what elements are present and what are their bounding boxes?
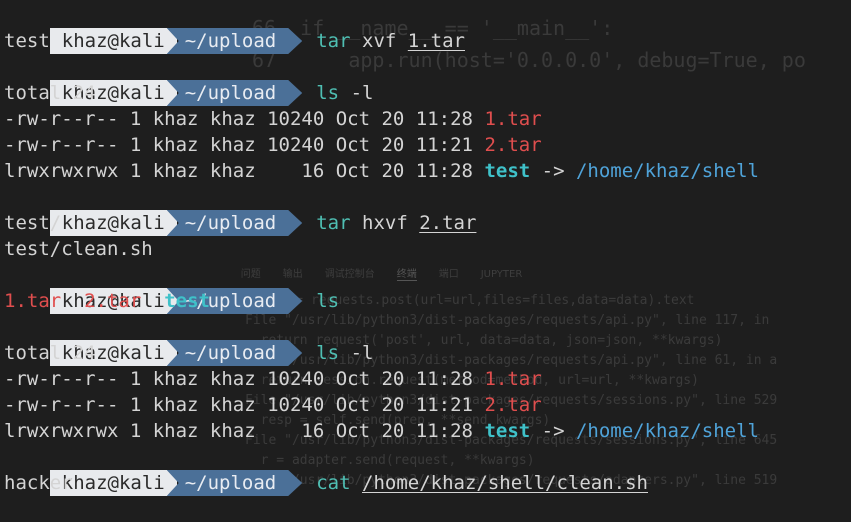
prompt-line: khaz@kali ~/upload cat /home/khaz/shell/cl… — [4, 444, 648, 496]
command-arg: -l — [350, 342, 374, 364]
prompt-dir: ~/upload — [167, 28, 303, 54]
symlink-target: /home/khaz/shell — [575, 160, 759, 182]
prompt-dir: ~/upload — [167, 80, 303, 106]
listing-row: -rw-r--r-- 1 khaz khaz 10240 Oct 20 11:2… — [4, 392, 542, 418]
command-file: /home/khaz/shell/clean.sh — [362, 472, 648, 494]
command-name: tar — [316, 30, 351, 52]
listing-row: -rw-r--r-- 1 khaz khaz 10240 Oct 20 11:2… — [4, 106, 542, 132]
listing-meta: lrwxrwxrwx 1 khaz khaz 16 Oct 20 11:28 — [4, 420, 485, 442]
prompt: khaz@kali ~/upload — [49, 28, 303, 54]
prompt-line: khaz@kali ~/upload ls — [4, 262, 339, 314]
output-line: test/ — [4, 212, 62, 234]
listing-meta: -rw-r--r-- 1 khaz khaz 10240 Oct 20 11:2… — [4, 368, 485, 390]
output-line: total 24 — [4, 82, 96, 104]
command-name: ls — [316, 342, 340, 364]
symlink-target: /home/khaz/shell — [575, 420, 759, 442]
listing-meta: lrwxrwxrwx 1 khaz khaz 16 Oct 20 11:28 — [4, 160, 485, 182]
command-name: tar — [316, 212, 351, 234]
listing-meta: -rw-r--r-- 1 khaz khaz 10240 Oct 20 11:2… — [4, 394, 485, 416]
prompt-user: khaz@kali — [49, 28, 177, 54]
prompt-line: khaz@kali ~/upload tar xvf 1.tar — [4, 2, 465, 54]
terminal[interactable]: khaz@kali ~/upload tar xvf 1.tar test khaz… — [0, 0, 851, 497]
prompt-line: khaz@kali ~/upload tar hxvf 2.tar — [4, 184, 476, 236]
prompt-dir: ~/upload — [167, 470, 303, 496]
prompt-line: khaz@kali ~/upload ls -l — [4, 54, 373, 106]
prompt: khaz@kali ~/upload — [49, 210, 303, 236]
prompt-line: khaz@kali ~/upload ls -l — [4, 314, 373, 366]
command-arg: xvf — [362, 30, 397, 52]
ls-entry: 2.tar — [84, 290, 142, 312]
output-line: test/clean.sh — [4, 238, 153, 260]
symlink-arrow: -> — [530, 160, 576, 182]
command-arg: -l — [350, 82, 374, 104]
prompt-dir: ~/upload — [167, 210, 303, 236]
command-file: 2.tar — [419, 212, 477, 234]
listing-meta: -rw-r--r-- 1 khaz khaz 10240 Oct 20 11:2… — [4, 108, 485, 130]
prompt-user: khaz@kali — [49, 210, 177, 236]
command-arg: hxvf — [362, 212, 408, 234]
listing-row: lrwxrwxrwx 1 khaz khaz 16 Oct 20 11:28 t… — [4, 158, 759, 184]
output-line: hacker — [4, 472, 73, 494]
listing-row: -rw-r--r-- 1 khaz khaz 10240 Oct 20 11:2… — [4, 366, 542, 392]
command-name: ls — [316, 290, 340, 312]
command-file: 1.tar — [407, 30, 465, 52]
command-name: ls — [316, 82, 340, 104]
ls-output-line: 1.tar 2.tar test — [4, 288, 210, 314]
listing-file: 1.tar — [484, 108, 542, 130]
prompt-dir: ~/upload — [167, 340, 303, 366]
listing-file: 1.tar — [484, 368, 542, 390]
listing-file: test — [484, 160, 531, 182]
output-line: test — [4, 30, 50, 52]
listing-row: lrwxrwxrwx 1 khaz khaz 16 Oct 20 11:28 t… — [4, 418, 759, 444]
ls-entry: test — [164, 290, 210, 312]
prompt: khaz@kali ~/upload — [49, 470, 303, 496]
ls-entry: 1.tar — [4, 290, 62, 312]
listing-file: test — [484, 420, 531, 442]
listing-file: 2.tar — [484, 394, 542, 416]
listing-meta: -rw-r--r-- 1 khaz khaz 10240 Oct 20 11:2… — [4, 134, 485, 156]
command-name: cat — [316, 472, 351, 494]
listing-row: -rw-r--r-- 1 khaz khaz 10240 Oct 20 11:2… — [4, 132, 542, 158]
output-line: total 24 — [4, 342, 96, 364]
listing-file: 2.tar — [484, 134, 542, 156]
symlink-arrow: -> — [530, 420, 576, 442]
